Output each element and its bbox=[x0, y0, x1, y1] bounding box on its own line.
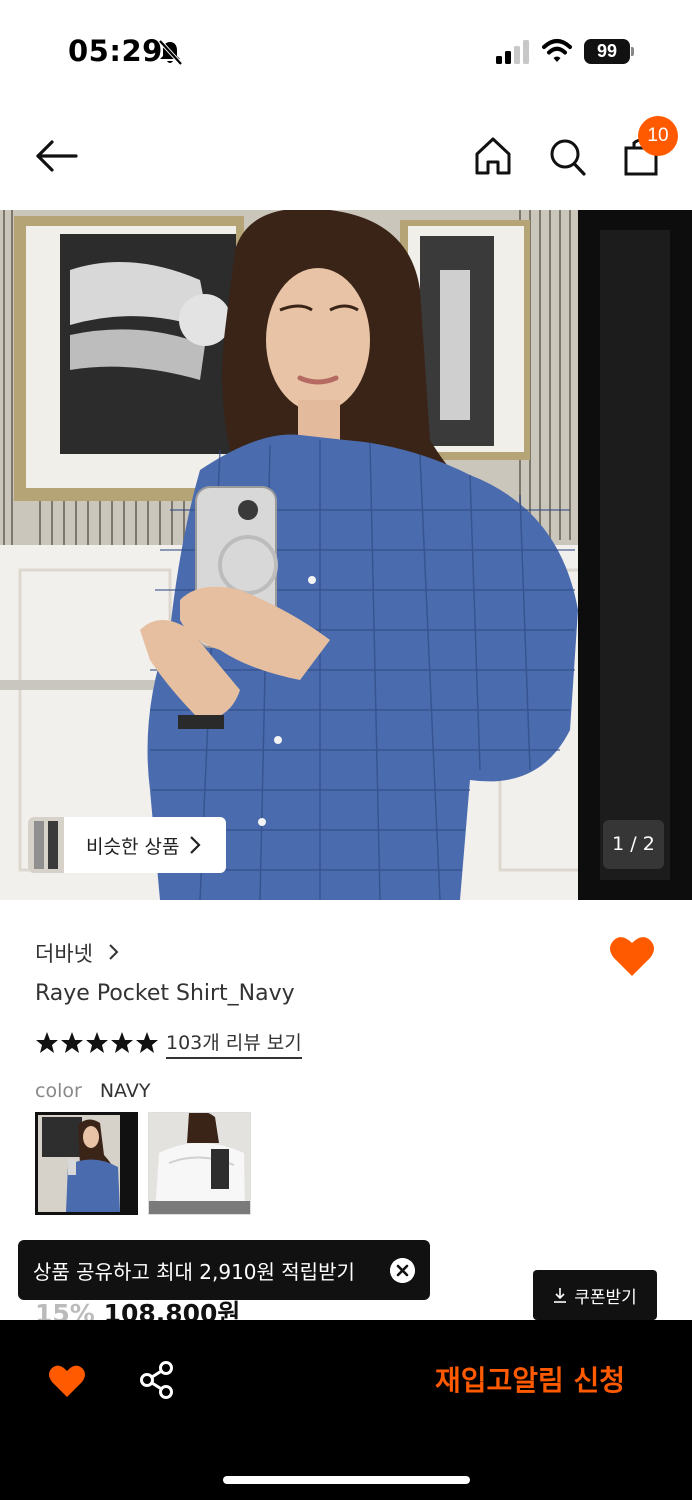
heart-icon[interactable] bbox=[48, 1364, 86, 1398]
swatch-thumbnail bbox=[38, 1115, 135, 1212]
brand-link[interactable]: 더바넷 bbox=[35, 938, 120, 968]
restock-alert-button[interactable]: 재입고알림 신청 bbox=[400, 1356, 660, 1406]
star-icon bbox=[61, 1032, 83, 1053]
star-icon bbox=[36, 1032, 58, 1053]
image-page-indicator: 1 / 2 bbox=[603, 820, 664, 869]
similar-products-label: 비슷한 상품 bbox=[86, 835, 180, 858]
similar-product-thumbnail bbox=[28, 817, 64, 873]
option-value: NAVY bbox=[99, 1080, 151, 1102]
download-icon bbox=[554, 1288, 567, 1303]
wifi-icon bbox=[542, 39, 572, 62]
wishlist-heart-icon[interactable] bbox=[608, 934, 656, 978]
option-label: color bbox=[35, 1080, 82, 1102]
top-nav bbox=[0, 100, 692, 210]
search-icon[interactable] bbox=[546, 134, 588, 178]
home-indicator bbox=[223, 1476, 470, 1484]
review-link[interactable]: 103개 리뷰 보기 bbox=[166, 1028, 302, 1059]
swatch-thumbnail bbox=[149, 1113, 250, 1214]
product-name: Raye Pocket Shirt_Navy bbox=[35, 981, 295, 1006]
color-swatch-navy[interactable] bbox=[35, 1112, 138, 1215]
battery-level: 99 bbox=[584, 39, 630, 64]
similar-products-button[interactable]: 비슷한 상품 bbox=[28, 817, 226, 873]
share-reward-toast: 상품 공유하고 최대 2,910원 적립받기 bbox=[18, 1240, 430, 1300]
battery-icon: 99 bbox=[584, 39, 634, 64]
share-icon[interactable] bbox=[138, 1360, 176, 1400]
cart-count-badge: 10 bbox=[638, 116, 678, 156]
rating-row: 103개 리뷰 보기 bbox=[35, 1028, 302, 1059]
bell-off-icon bbox=[158, 39, 183, 66]
coupon-button[interactable]: 쿠폰받기 bbox=[533, 1270, 657, 1320]
product-photo bbox=[0, 210, 692, 900]
chevron-right-icon bbox=[108, 944, 119, 960]
back-arrow-icon[interactable] bbox=[34, 136, 78, 176]
status-bar: 05:29 99 bbox=[0, 0, 692, 100]
brand-name: 더바넷 bbox=[35, 942, 93, 966]
status-time: 05:29 bbox=[68, 34, 163, 68]
color-swatch-white[interactable] bbox=[148, 1112, 251, 1215]
coupon-label: 쿠폰받기 bbox=[574, 1287, 637, 1308]
product-image-gallery[interactable] bbox=[0, 210, 692, 900]
star-icon bbox=[86, 1032, 108, 1053]
chevron-right-icon bbox=[190, 836, 202, 854]
color-option-row: color NAVY bbox=[35, 1080, 150, 1102]
close-icon[interactable] bbox=[390, 1258, 415, 1283]
home-icon[interactable] bbox=[472, 134, 514, 178]
bottom-action-bar: 재입고알림 신청 bbox=[0, 1320, 692, 1500]
star-icon bbox=[136, 1032, 158, 1053]
toast-text: 상품 공유하고 최대 2,910원 적립받기 bbox=[33, 1259, 355, 1284]
cellular-signal-icon bbox=[496, 40, 529, 64]
star-icon bbox=[111, 1032, 133, 1053]
